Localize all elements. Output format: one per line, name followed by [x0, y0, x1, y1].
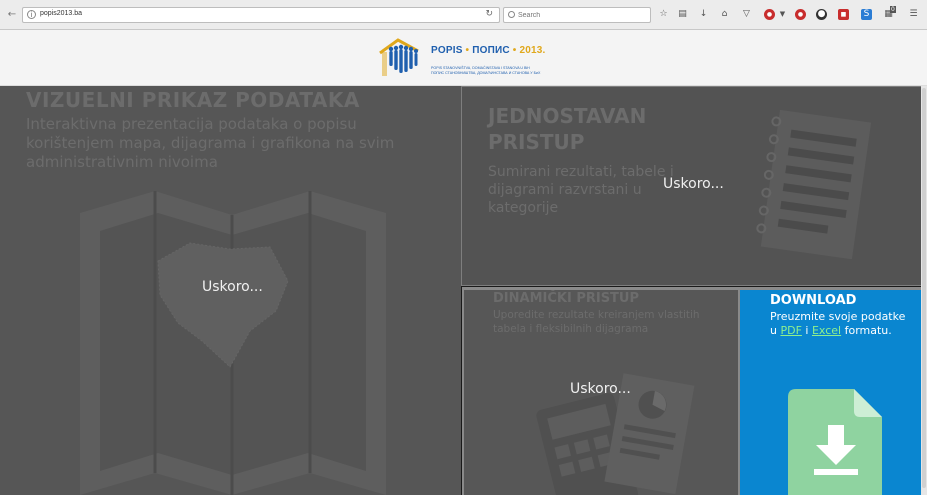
- home-icon[interactable]: ⌂: [719, 9, 730, 20]
- shield-icon[interactable]: ■: [838, 9, 849, 20]
- logo-separator: •: [462, 45, 473, 56]
- reading-list-icon[interactable]: ▤: [677, 9, 688, 20]
- ublock-icon[interactable]: ●: [795, 9, 806, 20]
- download-title: DOWNLOAD: [770, 293, 857, 308]
- extension-icon[interactable]: S: [861, 9, 872, 20]
- logo-subtitle: POPIS STANOVNIŠTVA, DOMAĆINSTAVA I STANO…: [431, 66, 571, 76]
- url-text: popis2013.ba: [40, 10, 83, 17]
- file-download-icon[interactable]: [788, 389, 884, 495]
- document-list-icon: [756, 109, 872, 259]
- simple-panel-description: Sumirani rezultati, tabele i dijagrami r…: [488, 164, 674, 216]
- simple-panel-title-line1: JEDNOSTAVAN: [488, 104, 647, 128]
- page-scrollbar[interactable]: [921, 86, 927, 495]
- scrollbar-thumb[interactable]: [922, 88, 926, 488]
- dynamic-panel-title: DINAMIČKI PRISTUP: [493, 291, 640, 306]
- search-input[interactable]: [518, 9, 646, 21]
- menu-icon[interactable]: ☰: [908, 9, 919, 20]
- download-text-middle: i: [801, 324, 812, 337]
- download-icon[interactable]: ↓: [698, 9, 709, 20]
- reload-icon[interactable]: ↻: [485, 9, 493, 19]
- tabs-counter-icon[interactable]: ▦ 0: [883, 6, 896, 20]
- pdf-link[interactable]: PDF: [780, 324, 801, 337]
- url-bar[interactable]: i popis2013.ba ↻: [22, 7, 500, 23]
- info-icon[interactable]: i: [27, 10, 36, 19]
- bookmark-star-icon[interactable]: ☆: [658, 9, 669, 20]
- adblock-icon[interactable]: ●: [764, 9, 775, 20]
- logo-subtitle-cyrillic: ПОПИС СТАНОВНИШТВА, ДОМАЋИНСТАВА И СТАНО…: [431, 71, 541, 75]
- download-text-after: formatu.: [841, 324, 892, 337]
- badge-count: 0: [890, 6, 896, 13]
- excel-link[interactable]: Excel: [812, 324, 841, 337]
- browser-toolbar: ← i popis2013.ba ↻ ☆ ▤ ↓ ⌂ ▽ ● ▼ ● ● ■ S…: [0, 0, 927, 30]
- pocket-icon[interactable]: ▽: [741, 9, 752, 20]
- visual-panel-description: Interaktivna prezentacija podataka o pop…: [26, 115, 395, 171]
- site-header: POPIS • ПОПИС • 2013. POPIS STANOVNIŠTVA…: [0, 30, 927, 86]
- logo-title-cyrillic: ПОПИС: [472, 45, 510, 56]
- download-panel[interactable]: DOWNLOAD Preuzmite svoje podatke u PDF i…: [738, 287, 921, 495]
- simple-access-panel[interactable]: JEDNOSTAVAN PRISTUP Sumirani rezultati, …: [461, 86, 927, 286]
- dynamic-access-panel[interactable]: DINAMIČKI PRISTUP Uporedite rezultate kr…: [462, 287, 738, 495]
- simple-coming-soon: Uskoro...: [663, 176, 724, 192]
- download-description: Preuzmite svoje podatke u PDF i Excel fo…: [770, 310, 910, 338]
- map-icon: [80, 191, 386, 495]
- search-box[interactable]: [503, 7, 651, 23]
- visual-panel-title: VIZUELNI PRIKAZ PODATAKA: [26, 88, 360, 112]
- simple-panel-title: JEDNOSTAVAN PRISTUP: [488, 103, 646, 155]
- chevron-down-icon[interactable]: ▼: [777, 9, 788, 20]
- visual-presentation-panel[interactable]: VIZUELNI PRIKAZ PODATAKA Interaktivna pr…: [0, 86, 461, 495]
- simple-panel-title-line2: PRISTUP: [488, 130, 585, 154]
- census-logo-icon[interactable]: [378, 37, 424, 79]
- privacy-icon[interactable]: ●: [816, 9, 827, 20]
- search-icon: [508, 11, 515, 18]
- dynamic-coming-soon: Uskoro...: [570, 381, 631, 397]
- logo-title: POPIS • ПОПИС • 2013.: [431, 45, 546, 56]
- dynamic-panel-description: Uporedite rezultate kreiranjem vlastitih…: [493, 309, 700, 335]
- visual-coming-soon: Uskoro...: [202, 279, 263, 295]
- logo-title-latin: POPIS: [431, 45, 463, 56]
- back-icon[interactable]: ←: [6, 9, 18, 21]
- browser-window: ← i popis2013.ba ↻ ☆ ▤ ↓ ⌂ ▽ ● ▼ ● ● ■ S…: [0, 0, 927, 495]
- logo-year: 2013.: [519, 45, 546, 56]
